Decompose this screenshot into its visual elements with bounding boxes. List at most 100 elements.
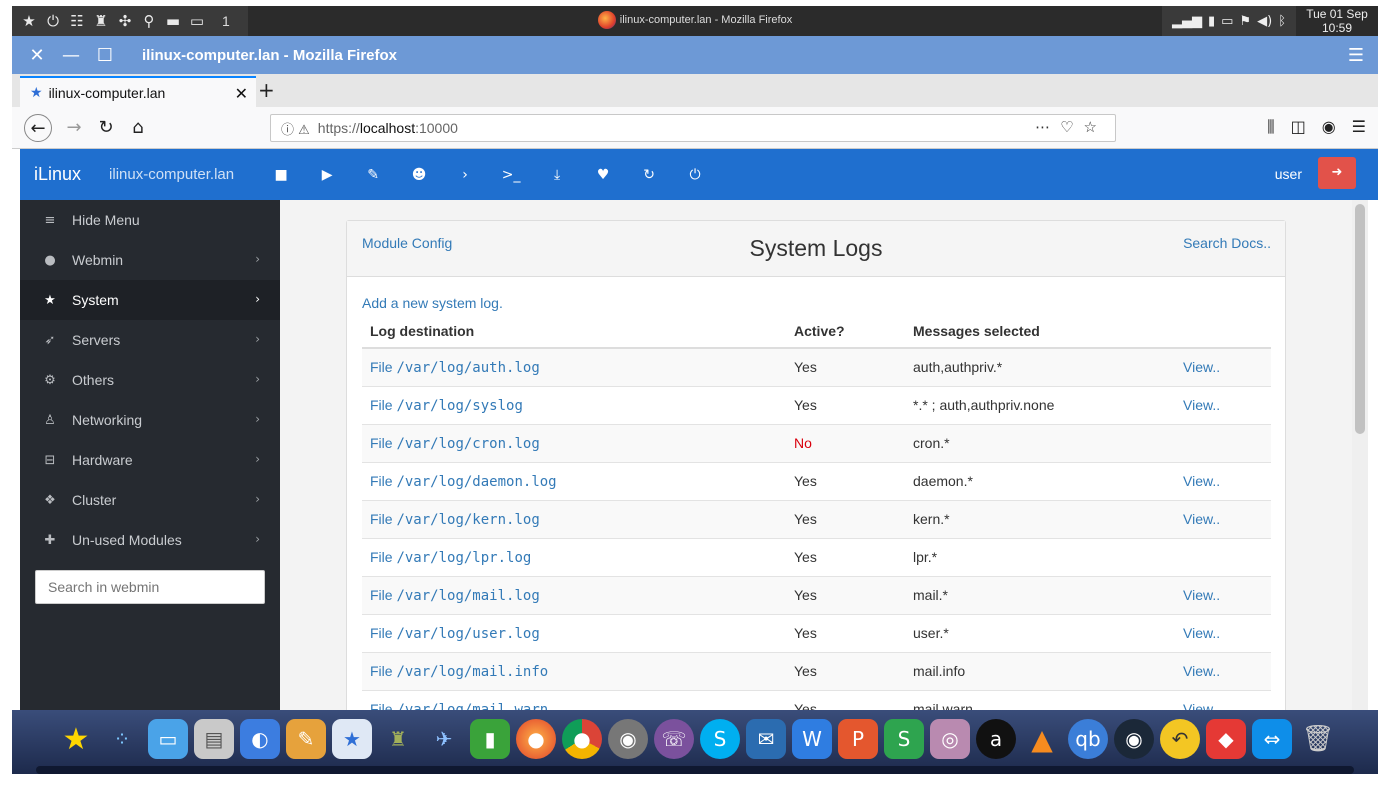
- hamburger-menu-icon[interactable]: ☰: [1352, 117, 1366, 137]
- close-window-icon[interactable]: ✕: [20, 45, 54, 66]
- browser-tab[interactable]: ★ ilinux-computer.lan ✕: [20, 76, 256, 107]
- log-destination-link[interactable]: File /var/log/lpr.log: [362, 537, 786, 576]
- search-docs-link[interactable]: Search Docs..: [1183, 235, 1271, 251]
- download-icon[interactable]: ⤓: [534, 167, 580, 183]
- star-menu-icon[interactable]: ★: [20, 12, 38, 30]
- flag-icon[interactable]: ⚑: [1239, 14, 1251, 29]
- viber-icon[interactable]: ☏: [654, 719, 694, 759]
- workspace-number[interactable]: 1: [222, 13, 230, 29]
- forward-arrow-icon[interactable]: →: [60, 114, 88, 142]
- log-destination-link[interactable]: File /var/log/user.log: [362, 613, 786, 652]
- sidebar-item-servers[interactable]: ➶ Servers ›: [20, 320, 280, 360]
- battery-level-icon[interactable]: ▭: [1221, 14, 1233, 29]
- search-icon[interactable]: ⚲: [140, 12, 158, 30]
- qbittorrent-icon[interactable]: qb: [1068, 719, 1108, 759]
- toggle-settings-icon[interactable]: ◐: [240, 719, 280, 759]
- log-destination-link[interactable]: File /var/log/mail.info: [362, 651, 786, 690]
- chrome-icon[interactable]: ●: [562, 719, 602, 759]
- close-tab-icon[interactable]: ✕: [235, 84, 248, 103]
- power-icon[interactable]: ⏻: [672, 167, 718, 183]
- sidebar-item-others[interactable]: ⚙ Others ›: [20, 360, 280, 400]
- sidebar-item-networking[interactable]: ♙ Networking ›: [20, 400, 280, 440]
- sidebar-item-system[interactable]: ★ System ›: [12, 280, 280, 320]
- binoculars-icon[interactable]: ♜: [92, 12, 110, 30]
- log-destination-link[interactable]: File /var/log/kern.log: [362, 499, 786, 538]
- heartbeat-icon[interactable]: ♥: [580, 167, 626, 183]
- webmin-brand[interactable]: iLinux: [34, 164, 81, 185]
- minimize-window-icon[interactable]: —: [54, 45, 88, 66]
- webmin-hostname[interactable]: ilinux-computer.lan: [109, 166, 234, 183]
- sidebar-search-input[interactable]: [35, 570, 265, 604]
- refresh-icon[interactable]: ↻: [626, 167, 672, 183]
- power-icon[interactable]: ⏻: [44, 12, 62, 30]
- log-destination-link[interactable]: File /var/log/auth.log: [362, 347, 786, 386]
- add-system-log-link[interactable]: Add a new system log.: [362, 295, 503, 311]
- folder-icon[interactable]: ■: [258, 167, 304, 183]
- sidebar-item-cluster[interactable]: ❖ Cluster ›: [20, 480, 280, 520]
- back-arrow-icon[interactable]: ←: [24, 114, 52, 142]
- log-destination-link[interactable]: File /var/log/daemon.log: [362, 461, 786, 500]
- anydesk-icon[interactable]: ◆: [1206, 719, 1246, 759]
- binoculars-icon[interactable]: ♜: [378, 719, 418, 759]
- view-log-link[interactable]: View..: [1175, 575, 1271, 614]
- home-icon[interactable]: ⌂: [124, 114, 152, 142]
- url-bar[interactable]: ⓘ ⚠ https://localhost:10000 ⋯♡☆: [270, 114, 1116, 142]
- page-actions-icon[interactable]: ⋯: [1035, 118, 1060, 136]
- account-icon[interactable]: ◉: [1322, 117, 1336, 137]
- window-menu-icon[interactable]: ☰: [1348, 45, 1364, 66]
- webcam-icon[interactable]: ◎: [930, 719, 970, 759]
- view-log-link[interactable]: View..: [1175, 689, 1271, 710]
- chevron-right-icon[interactable]: ›: [442, 167, 488, 183]
- view-log-link[interactable]: View..: [1175, 461, 1271, 500]
- desktop-icon[interactable]: ▭: [188, 12, 206, 30]
- battery-icon[interactable]: ▮: [1208, 14, 1215, 29]
- clock[interactable]: Tue 01 Sep 10:59: [1296, 6, 1378, 36]
- bookmark-star-icon[interactable]: ☆: [1084, 118, 1107, 136]
- window-icon[interactable]: ▭: [148, 719, 188, 759]
- sidebar-item-hide-menu[interactable]: ≡ Hide Menu: [20, 200, 280, 240]
- plane-icon[interactable]: ✈: [424, 719, 464, 759]
- log-destination-link[interactable]: File /var/log/syslog: [362, 385, 786, 424]
- signal-icon[interactable]: ▂▄▆: [1172, 14, 1202, 29]
- bluetooth-icon[interactable]: ᛒ: [1278, 14, 1286, 29]
- sidebar-item-hardware[interactable]: ⊟ Hardware ›: [20, 440, 280, 480]
- sidebar-toggle-icon[interactable]: ◫: [1291, 117, 1306, 137]
- page-scrollbar[interactable]: [1352, 200, 1368, 710]
- app-store-icon[interactable]: ★: [332, 719, 372, 759]
- view-log-link[interactable]: View..: [1175, 499, 1271, 538]
- maximize-window-icon[interactable]: ☐: [88, 45, 122, 66]
- presentation-icon[interactable]: P: [838, 719, 878, 759]
- color-palette-icon[interactable]: ✎: [286, 719, 326, 759]
- pocket-icon[interactable]: ♡: [1060, 118, 1083, 136]
- pencil-icon[interactable]: ✎: [350, 167, 396, 183]
- view-log-link[interactable]: View..: [1175, 347, 1271, 386]
- log-destination-link[interactable]: File /var/log/mail.warn: [362, 689, 786, 710]
- pro-app-icon[interactable]: ◉: [608, 719, 648, 759]
- spreadsheet-icon[interactable]: S: [884, 719, 924, 759]
- sidebar-item-unused-modules[interactable]: ✚ Un-used Modules ›: [20, 520, 280, 560]
- logout-button[interactable]: ➜: [1318, 157, 1356, 189]
- terminal-icon[interactable]: >_: [488, 167, 534, 183]
- volume-icon[interactable]: ◀): [1257, 14, 1272, 29]
- folder-icon[interactable]: ▬: [164, 12, 182, 30]
- teamviewer-icon[interactable]: ⇔: [1252, 719, 1292, 759]
- view-log-link[interactable]: View..: [1175, 651, 1271, 690]
- log-destination-link[interactable]: File /var/log/cron.log: [362, 423, 786, 462]
- steam-icon[interactable]: ◉: [1114, 719, 1154, 759]
- trash-icon[interactable]: 🗑: [1298, 719, 1338, 759]
- vlc-icon[interactable]: ▲: [1022, 719, 1062, 759]
- file-cabinet-icon[interactable]: ▤: [194, 719, 234, 759]
- reload-icon[interactable]: ↻: [92, 114, 120, 142]
- insecure-lock-icon[interactable]: ⓘ ⚠: [281, 119, 310, 138]
- scrollbar-thumb[interactable]: [1355, 204, 1365, 434]
- firefox-dock-icon[interactable]: ●: [516, 719, 556, 759]
- log-destination-link[interactable]: File /var/log/mail.log: [362, 575, 786, 614]
- view-log-link[interactable]: View..: [1175, 385, 1271, 424]
- library-icon[interactable]: ⫼: [1267, 117, 1274, 137]
- star-launcher-icon[interactable]: ★: [56, 719, 96, 759]
- settings-toggle-icon[interactable]: ☷: [68, 12, 86, 30]
- current-user[interactable]: user: [1275, 166, 1302, 182]
- new-tab-icon[interactable]: +: [258, 78, 275, 102]
- dots-launcher-icon[interactable]: ⁘: [102, 719, 142, 759]
- skype-icon[interactable]: S: [700, 719, 740, 759]
